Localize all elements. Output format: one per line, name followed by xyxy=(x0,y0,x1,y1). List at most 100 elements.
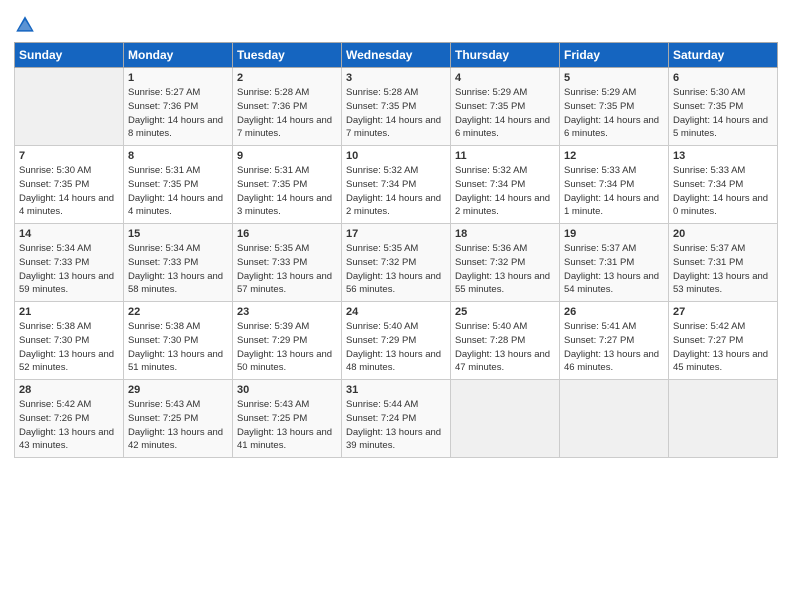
calendar-cell: 21Sunrise: 5:38 AMSunset: 7:30 PMDayligh… xyxy=(15,302,124,380)
calendar-cell: 24 Sunrise: 5:40 AMSunset: 7:29 PMDayligh… xyxy=(342,302,451,380)
day-info: Sunrise: 5:30 AMSunset: 7:35 PMDaylight:… xyxy=(19,164,119,219)
calendar-cell: 25 Sunrise: 5:40 AMSunset: 7:28 PMDayligh… xyxy=(451,302,560,380)
day-info: Sunrise: 5:34 AMSunset: 7:33 PMDaylight:… xyxy=(128,242,228,297)
days-header-row: SundayMondayTuesdayWednesdayThursdayFrid… xyxy=(15,43,778,68)
day-info: Sunrise: 5:38 AMSunset: 7:30 PMDaylight:… xyxy=(128,320,228,375)
calendar-cell: 2 Sunrise: 5:28 AMSunset: 7:36 PMDaylight… xyxy=(233,68,342,146)
calendar-week-2: 7 Sunrise: 5:30 AMSunset: 7:35 PMDaylight… xyxy=(15,146,778,224)
day-info: Sunrise: 5:40 AMSunset: 7:29 PMDaylight:… xyxy=(346,320,446,375)
day-number: 1 xyxy=(128,72,228,84)
day-number: 7 xyxy=(19,150,119,162)
calendar-cell: 19 Sunrise: 5:37 AMSunset: 7:31 PMDayligh… xyxy=(560,224,669,302)
day-info: Sunrise: 5:28 AMSunset: 7:36 PMDaylight:… xyxy=(237,86,337,141)
day-number: 23 xyxy=(237,306,337,318)
day-number: 12 xyxy=(564,150,664,162)
calendar-cell: 1 Sunrise: 5:27 AMSunset: 7:36 PMDaylight… xyxy=(124,68,233,146)
calendar-cell: 6Sunrise: 5:30 AMSunset: 7:35 PMDaylight… xyxy=(669,68,778,146)
day-number: 17 xyxy=(346,228,446,240)
calendar-cell: 17 Sunrise: 5:35 AMSunset: 7:32 PMDayligh… xyxy=(342,224,451,302)
calendar-cell: 3 Sunrise: 5:28 AMSunset: 7:35 PMDaylight… xyxy=(342,68,451,146)
calendar-cell: 9Sunrise: 5:31 AMSunset: 7:35 PMDaylight… xyxy=(233,146,342,224)
calendar-cell: 28 Sunrise: 5:42 AMSunset: 7:26 PMDayligh… xyxy=(15,380,124,458)
day-number: 30 xyxy=(237,384,337,396)
day-info: Sunrise: 5:38 AMSunset: 7:30 PMDaylight:… xyxy=(19,320,119,375)
day-info: Sunrise: 5:43 AMSunset: 7:25 PMDaylight:… xyxy=(237,398,337,453)
day-number: 14 xyxy=(19,228,119,240)
logo xyxy=(14,14,40,36)
day-info: Sunrise: 5:33 AMSunset: 7:34 PMDaylight:… xyxy=(673,164,773,219)
day-number: 16 xyxy=(237,228,337,240)
day-number: 15 xyxy=(128,228,228,240)
day-number: 9 xyxy=(237,150,337,162)
day-number: 2 xyxy=(237,72,337,84)
day-number: 3 xyxy=(346,72,446,84)
day-header-wednesday: Wednesday xyxy=(342,43,451,68)
calendar-cell: 26 Sunrise: 5:41 AMSunset: 7:27 PMDayligh… xyxy=(560,302,669,380)
calendar-cell: 20 Sunrise: 5:37 AMSunset: 7:31 PMDayligh… xyxy=(669,224,778,302)
day-number: 20 xyxy=(673,228,773,240)
calendar-table: SundayMondayTuesdayWednesdayThursdayFrid… xyxy=(14,42,778,458)
calendar-cell: 8 Sunrise: 5:31 AMSunset: 7:35 PMDaylight… xyxy=(124,146,233,224)
day-info: Sunrise: 5:31 AMSunset: 7:35 PMDaylight:… xyxy=(128,164,228,219)
day-number: 31 xyxy=(346,384,446,396)
calendar-week-5: 28 Sunrise: 5:42 AMSunset: 7:26 PMDayligh… xyxy=(15,380,778,458)
day-number: 18 xyxy=(455,228,555,240)
day-info: Sunrise: 5:34 AMSunset: 7:33 PMDaylight:… xyxy=(19,242,119,297)
day-header-sunday: Sunday xyxy=(15,43,124,68)
day-number: 22 xyxy=(128,306,228,318)
day-number: 8 xyxy=(128,150,228,162)
day-info: Sunrise: 5:29 AMSunset: 7:35 PMDaylight:… xyxy=(455,86,555,141)
calendar-cell: 12 Sunrise: 5:33 AMSunset: 7:34 PMDayligh… xyxy=(560,146,669,224)
calendar-cell: 27 Sunrise: 5:42 AMSunset: 7:27 PMDayligh… xyxy=(669,302,778,380)
calendar-cell: 15 Sunrise: 5:34 AMSunset: 7:33 PMDayligh… xyxy=(124,224,233,302)
page-container: SundayMondayTuesdayWednesdayThursdayFrid… xyxy=(0,0,792,468)
day-info: Sunrise: 5:40 AMSunset: 7:28 PMDaylight:… xyxy=(455,320,555,375)
day-info: Sunrise: 5:37 AMSunset: 7:31 PMDaylight:… xyxy=(564,242,664,297)
day-number: 19 xyxy=(564,228,664,240)
day-info: Sunrise: 5:35 AMSunset: 7:33 PMDaylight:… xyxy=(237,242,337,297)
day-number: 29 xyxy=(128,384,228,396)
calendar-cell: 29 Sunrise: 5:43 AMSunset: 7:25 PMDayligh… xyxy=(124,380,233,458)
day-number: 24 xyxy=(346,306,446,318)
day-info: Sunrise: 5:37 AMSunset: 7:31 PMDaylight:… xyxy=(673,242,773,297)
day-info: Sunrise: 5:27 AMSunset: 7:36 PMDaylight:… xyxy=(128,86,228,141)
day-info: Sunrise: 5:43 AMSunset: 7:25 PMDaylight:… xyxy=(128,398,228,453)
day-number: 6 xyxy=(673,72,773,84)
calendar-cell xyxy=(669,380,778,458)
calendar-cell: 11 Sunrise: 5:32 AMSunset: 7:34 PMDayligh… xyxy=(451,146,560,224)
calendar-cell: 14 Sunrise: 5:34 AMSunset: 7:33 PMDayligh… xyxy=(15,224,124,302)
day-info: Sunrise: 5:28 AMSunset: 7:35 PMDaylight:… xyxy=(346,86,446,141)
header xyxy=(14,10,778,36)
day-number: 13 xyxy=(673,150,773,162)
calendar-cell: 22 Sunrise: 5:38 AMSunset: 7:30 PMDayligh… xyxy=(124,302,233,380)
day-header-saturday: Saturday xyxy=(669,43,778,68)
day-info: Sunrise: 5:35 AMSunset: 7:32 PMDaylight:… xyxy=(346,242,446,297)
day-number: 5 xyxy=(564,72,664,84)
day-info: Sunrise: 5:32 AMSunset: 7:34 PMDaylight:… xyxy=(455,164,555,219)
day-info: Sunrise: 5:41 AMSunset: 7:27 PMDaylight:… xyxy=(564,320,664,375)
day-number: 25 xyxy=(455,306,555,318)
logo-icon xyxy=(14,14,36,36)
calendar-week-1: 1 Sunrise: 5:27 AMSunset: 7:36 PMDaylight… xyxy=(15,68,778,146)
calendar-cell xyxy=(560,380,669,458)
day-header-friday: Friday xyxy=(560,43,669,68)
calendar-week-3: 14 Sunrise: 5:34 AMSunset: 7:33 PMDayligh… xyxy=(15,224,778,302)
calendar-cell: 30 Sunrise: 5:43 AMSunset: 7:25 PMDayligh… xyxy=(233,380,342,458)
calendar-cell: 18 Sunrise: 5:36 AMSunset: 7:32 PMDayligh… xyxy=(451,224,560,302)
day-info: Sunrise: 5:36 AMSunset: 7:32 PMDaylight:… xyxy=(455,242,555,297)
day-header-thursday: Thursday xyxy=(451,43,560,68)
day-number: 28 xyxy=(19,384,119,396)
day-header-tuesday: Tuesday xyxy=(233,43,342,68)
day-number: 11 xyxy=(455,150,555,162)
calendar-cell: 10Sunrise: 5:32 AMSunset: 7:34 PMDayligh… xyxy=(342,146,451,224)
calendar-week-4: 21Sunrise: 5:38 AMSunset: 7:30 PMDayligh… xyxy=(15,302,778,380)
day-number: 27 xyxy=(673,306,773,318)
calendar-cell: 4Sunrise: 5:29 AMSunset: 7:35 PMDaylight… xyxy=(451,68,560,146)
day-info: Sunrise: 5:42 AMSunset: 7:26 PMDaylight:… xyxy=(19,398,119,453)
calendar-cell: 31Sunrise: 5:44 AMSunset: 7:24 PMDayligh… xyxy=(342,380,451,458)
day-info: Sunrise: 5:32 AMSunset: 7:34 PMDaylight:… xyxy=(346,164,446,219)
calendar-cell: 16 Sunrise: 5:35 AMSunset: 7:33 PMDayligh… xyxy=(233,224,342,302)
day-info: Sunrise: 5:42 AMSunset: 7:27 PMDaylight:… xyxy=(673,320,773,375)
day-number: 26 xyxy=(564,306,664,318)
day-info: Sunrise: 5:33 AMSunset: 7:34 PMDaylight:… xyxy=(564,164,664,219)
